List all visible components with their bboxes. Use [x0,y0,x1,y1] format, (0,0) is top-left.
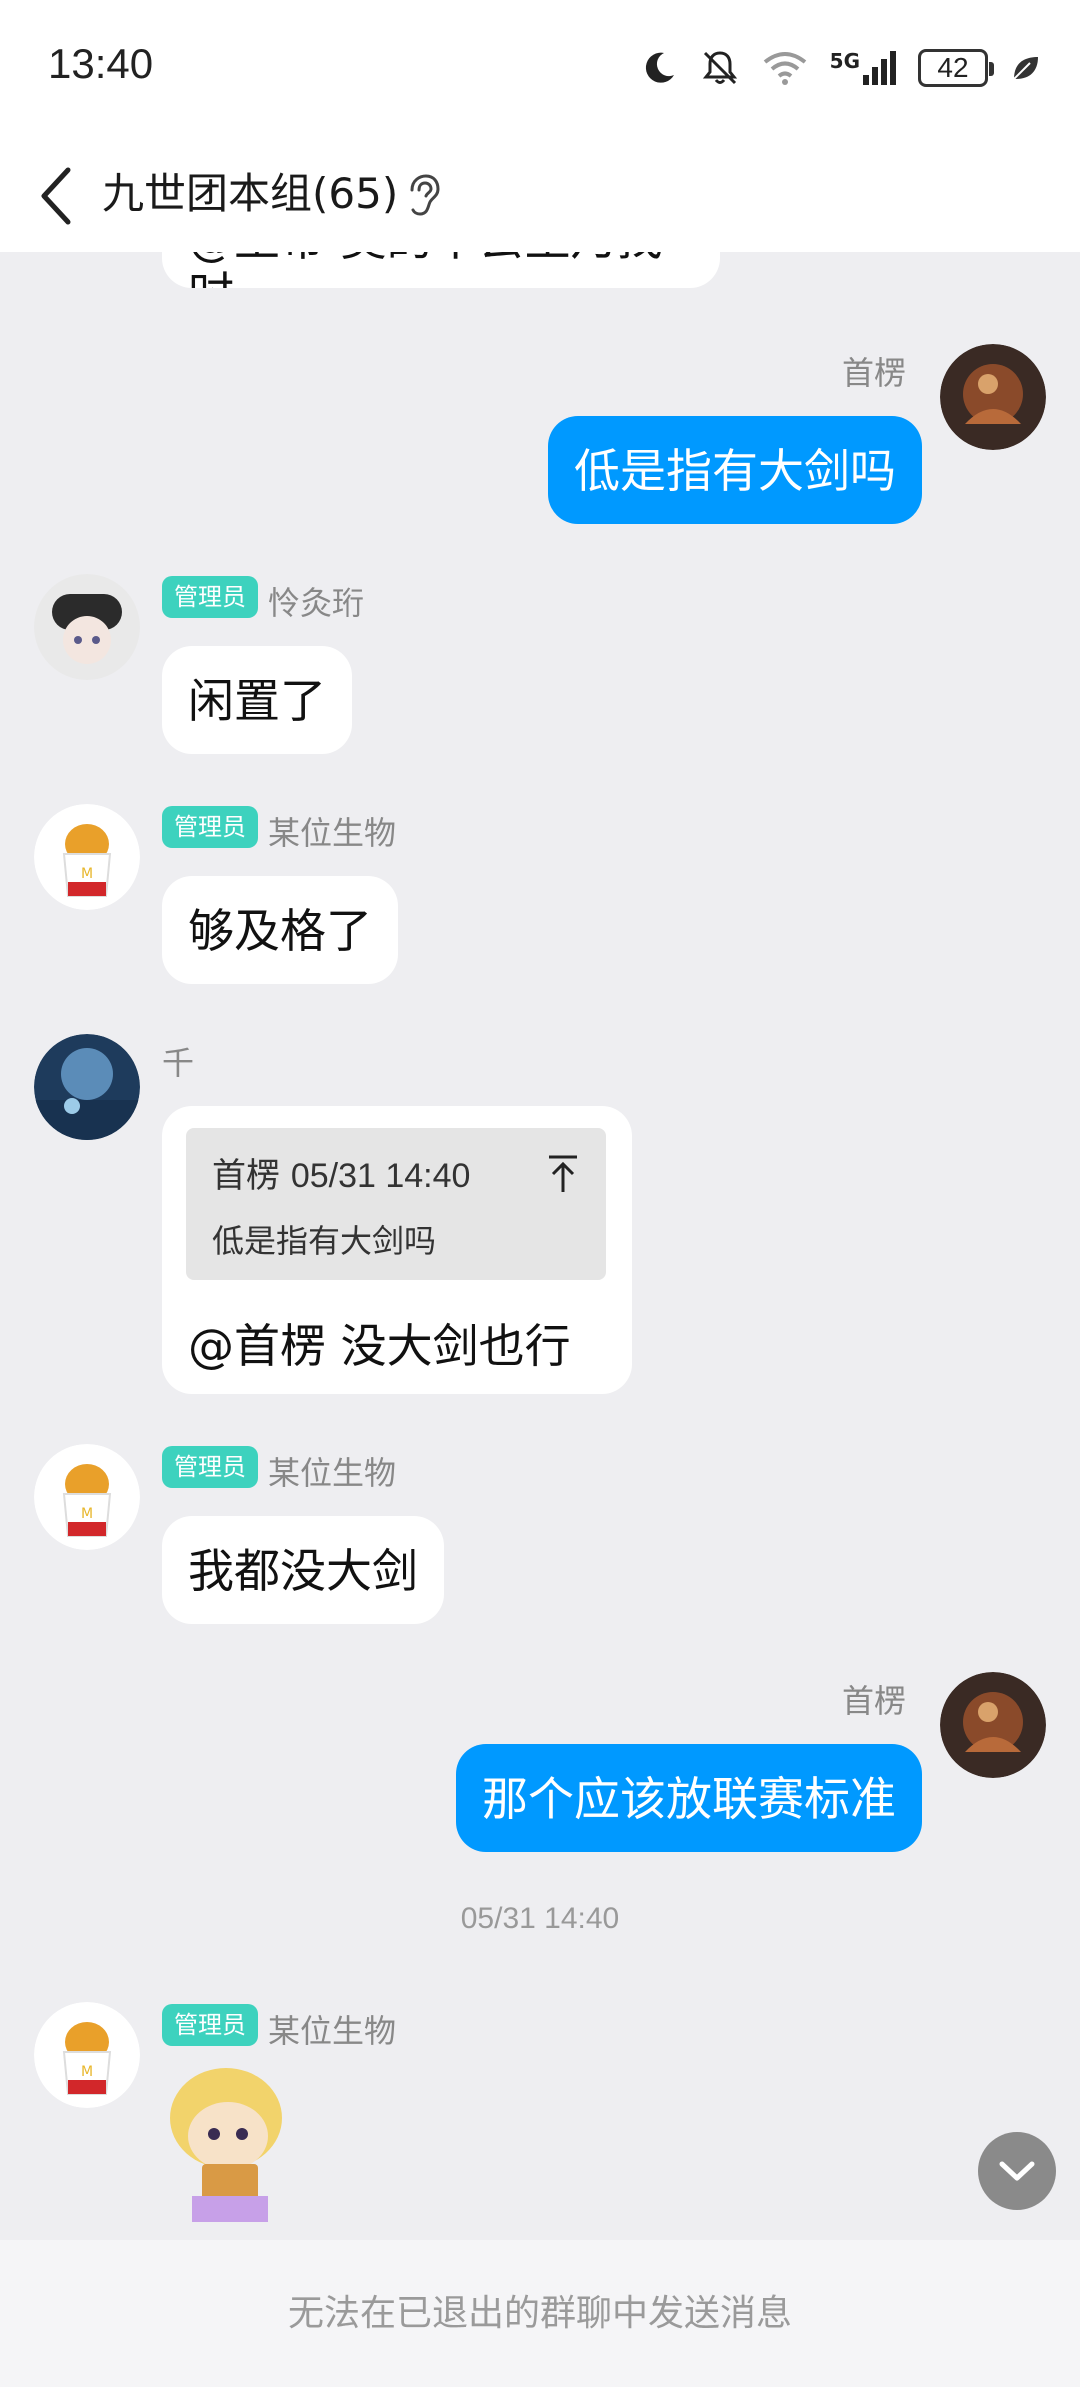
message-bubble[interactable]: 闲置了 [162,646,352,754]
message-bubble[interactable]: 那个应该放联赛标准 [456,1744,922,1852]
status-bar: 13:40 5G 42 [0,0,1080,140]
avatar[interactable]: M [34,2002,140,2108]
avatar[interactable]: M [34,804,140,910]
svg-text:M: M [81,1506,93,1522]
avatar[interactable]: M [34,1444,140,1550]
avatar[interactable] [940,1672,1046,1778]
quote-text: 低是指有大剑吗 [212,1222,437,1260]
quote-header: 首楞 05/31 14:40 [212,1148,470,1197]
admin-badge: 管理员 [162,2004,258,2046]
chat-list[interactable]: @王帝 莫的不去王乃找时 首楞 低是指有大剑吗 管理员 怜灸珩 闲置了 [0,252,1080,2240]
message-bubble[interactable]: 低是指有大剑吗 [548,416,922,524]
message-bubble[interactable]: @王帝 莫的不去王乃找时 [162,252,720,288]
mute-icon [702,51,737,85]
sender-name: 某位生物 [268,814,397,852]
scroll-down-button[interactable] [978,2132,1056,2210]
battery-level: 42 [937,52,969,83]
message-text: @首楞 没大剑也行 [188,1319,571,1373]
group-title[interactable]: 九世团本组(65) [102,158,398,230]
sticker-image[interactable] [162,2064,298,2224]
sender-name: 怜灸珩 [268,584,365,622]
chat-timestamp: 05/31 14:40 [460,1902,620,1935]
ear-icon[interactable] [406,174,442,218]
admin-badge: 管理员 [162,1446,258,1488]
quote-up-icon[interactable] [546,1154,580,1194]
svg-text:M: M [81,2064,93,2080]
avatar[interactable] [34,574,140,680]
svg-text:M: M [81,866,93,882]
status-icons: 5G 42 [640,44,1040,92]
admin-badge: 管理员 [162,806,258,848]
battery-icon: 42 [918,49,994,87]
quote-time: 05/31 14:40 [290,1157,471,1195]
quoted-message[interactable]: 首楞 05/31 14:40 低是指有大剑吗 [186,1128,606,1280]
avatar[interactable] [34,1034,140,1140]
sender-name: 千 [162,1044,195,1082]
moon-icon [645,52,674,83]
status-time: 13:40 [48,40,154,87]
avatar[interactable] [940,344,1046,450]
message-bubble[interactable]: 我都没大剑 [162,1516,444,1624]
sender-name: 某位生物 [268,1454,397,1492]
chat-header: 九世团本组(65) [0,140,1080,252]
signal-icon: 5G [829,49,896,85]
leaf-icon [1013,57,1038,80]
scroll-down-icon [999,2161,1035,2181]
sender-name: 首楞 [841,354,906,392]
disabled-input-notice: 无法在已退出的群聊中发送消息 [0,2240,1080,2387]
quote-author: 首楞 [212,1156,280,1196]
network-label: 5G [829,49,860,73]
back-icon[interactable] [36,162,96,230]
sender-name: 首楞 [841,1682,906,1720]
message-bubble[interactable]: 够及格了 [162,876,398,984]
wifi-icon [763,52,806,85]
sender-name: 某位生物 [268,2012,397,2050]
admin-badge: 管理员 [162,576,258,618]
